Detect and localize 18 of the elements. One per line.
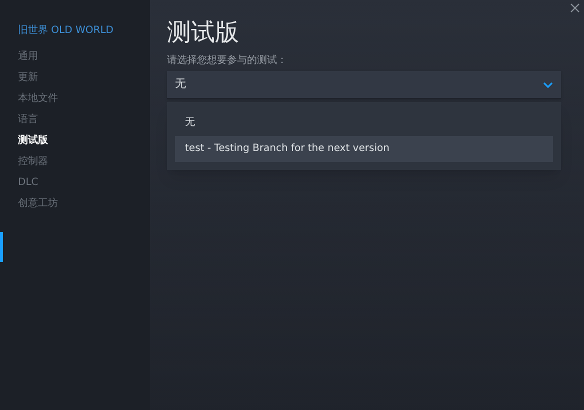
dropdown-value: 无: [175, 76, 186, 92]
dropdown-option[interactable]: test - Testing Branch for the next version: [175, 136, 553, 162]
sidebar-item[interactable]: 更新: [18, 70, 150, 86]
page-title: 测试版: [167, 17, 240, 48]
sidebar-item[interactable]: 本地文件: [18, 91, 150, 107]
sidebar-item[interactable]: 创意工坊: [18, 196, 150, 212]
prompt-text: 请选择您想要参与的测试：: [167, 54, 288, 68]
sidebar-item[interactable]: 通用: [18, 49, 150, 65]
game-title: 旧世界 OLD WORLD: [18, 24, 114, 38]
sidebar-item[interactable]: 测试版: [18, 133, 150, 149]
close-icon[interactable]: [570, 3, 580, 13]
sidebar-item[interactable]: 控制器: [18, 154, 150, 170]
chevron-down-icon: [543, 82, 553, 88]
branch-dropdown[interactable]: 无: [167, 71, 561, 99]
scroll-indicator: [0, 232, 3, 262]
dropdown-option[interactable]: 无: [175, 110, 553, 136]
sidebar-item[interactable]: DLC: [18, 175, 150, 191]
sidebar-item[interactable]: 语言: [18, 112, 150, 128]
